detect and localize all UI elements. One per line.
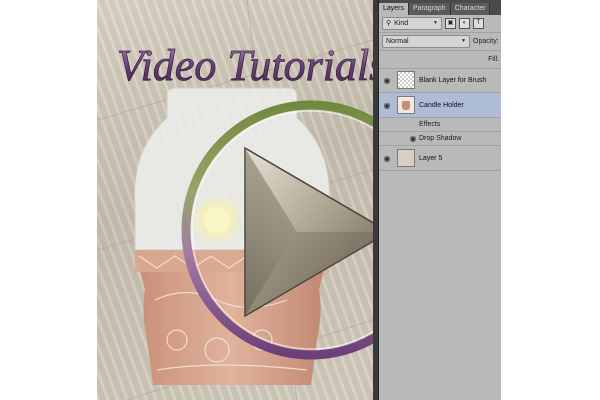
eye-icon[interactable]: ◉ — [379, 76, 395, 85]
chevron-down-icon: ▼ — [433, 20, 438, 26]
artwork: Video Tutorials — [97, 0, 373, 400]
drop-shadow-label: Drop Shadow — [419, 135, 462, 142]
title-text: Video Tutorials — [117, 41, 373, 90]
panel-tab-bar: Layers Paragraph Character — [379, 0, 501, 15]
layer-row-layer-5[interactable]: ◉ Layer 5 — [379, 146, 501, 171]
search-icon: ⚲ — [386, 20, 392, 27]
layer-row-blank-brush[interactable]: ◉ Blank Layer for Brush — [379, 68, 501, 93]
document-canvas[interactable]: Video Tutorials — [97, 0, 373, 400]
filter-kind-label: Kind — [394, 20, 409, 27]
tab-character[interactable]: Character — [450, 3, 491, 15]
tab-layers[interactable]: Layers — [379, 3, 410, 15]
tab-paragraph[interactable]: Paragraph — [409, 3, 451, 15]
layer-name: Layer 5 — [419, 154, 443, 162]
layer-name: Candle Holder — [419, 101, 464, 109]
layer-thumbnail — [397, 96, 415, 114]
chevron-down-icon: ▼ — [461, 38, 466, 44]
blend-mode-row: Normal ▼ Opacity: — [379, 33, 501, 51]
type-filter-icon[interactable]: T — [473, 18, 484, 29]
effects-label: Effects — [419, 121, 441, 128]
layer-name: Blank Layer for Brush — [419, 76, 487, 84]
blend-mode-select[interactable]: Normal ▼ — [382, 35, 470, 48]
layer-filter-row: ⚲ Kind ▼ ▣ ◐ T — [379, 15, 501, 33]
drop-shadow-row[interactable]: ◉ Drop Shadow — [379, 132, 501, 146]
layer-thumbnail — [397, 71, 415, 89]
screenshot-frame: Video Tutorials Layers Paragraph Charact… — [97, 0, 501, 400]
layers-panel: Layers Paragraph Character ⚲ Kind ▼ ▣ ◐ … — [378, 0, 501, 400]
opacity-label: Opacity: — [473, 38, 499, 45]
eye-icon[interactable]: ◉ — [379, 101, 395, 110]
image-filter-icon[interactable]: ▣ — [445, 18, 456, 29]
layers-list: ◉ Blank Layer for Brush ◉ Candle Holder … — [379, 68, 501, 171]
filter-kind-select[interactable]: ⚲ Kind ▼ — [382, 17, 442, 30]
layer-thumbnail — [397, 149, 415, 167]
layer-effects-row[interactable]: Effects — [379, 118, 501, 132]
adjustment-filter-icon[interactable]: ◐ — [459, 18, 470, 29]
eye-icon[interactable]: ◉ — [407, 134, 419, 143]
blend-mode-value: Normal — [386, 38, 409, 45]
layer-row-candle-holder[interactable]: ◉ Candle Holder — [379, 93, 501, 118]
lock-row: Fill: — [379, 51, 501, 69]
eye-icon[interactable]: ◉ — [379, 154, 395, 163]
fill-label: Fill: — [488, 56, 499, 63]
